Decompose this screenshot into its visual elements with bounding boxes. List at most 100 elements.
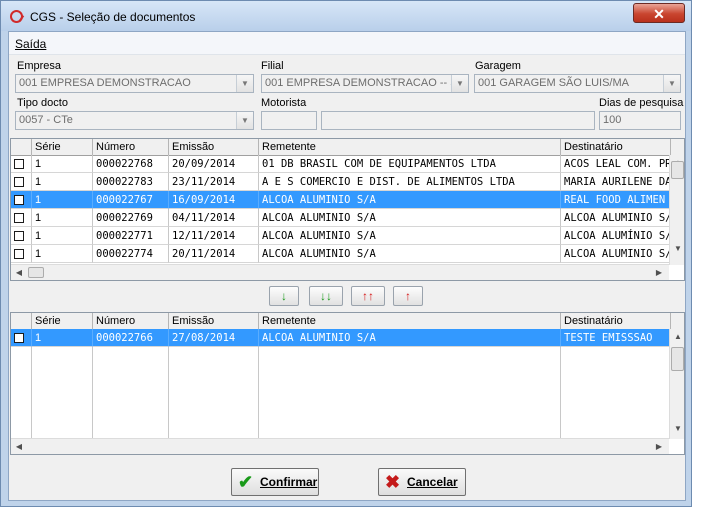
scroll-thumb[interactable]	[671, 347, 684, 371]
confirmar-label: Confirmar	[260, 475, 318, 489]
col-remetente[interactable]: Remetente	[259, 139, 561, 155]
available-documents-grid: Série Número Emissão Remetente Destinatá…	[10, 138, 685, 281]
cell-destinatario: ALCOA ALUMINIO S/A	[561, 245, 671, 263]
cell-checkbox	[11, 173, 32, 191]
scroll-right-icon[interactable]: ▶	[651, 265, 667, 280]
scroll-down-icon[interactable]: ▼	[670, 421, 684, 437]
garagem-value: 001 GARAGEM SÃO LUIS/MA	[478, 77, 629, 89]
dias-pesquisa-input[interactable]: 100	[599, 111, 681, 130]
column-filler	[259, 347, 561, 438]
close-button[interactable]: ✕	[633, 3, 685, 23]
cell-destinatario: ALCOA ALUMINIO S/A	[561, 209, 671, 227]
filial-value: 001 EMPRESA DEMONSTRACAO -- S	[265, 77, 458, 89]
col-numero[interactable]: Número	[93, 313, 169, 329]
confirmar-button[interactable]: ✔ Confirmar	[231, 468, 319, 496]
top-grid-hscrollbar[interactable]: ◀ ▶	[11, 264, 669, 280]
column-filler	[32, 347, 93, 438]
cell-numero: 000022769	[93, 209, 169, 227]
column-filler	[169, 347, 259, 438]
scroll-up-icon[interactable]: ▲	[670, 329, 684, 345]
cell-remetente: ALCOA ALUMINIO S/A	[259, 329, 561, 347]
bottom-grid-hscrollbar[interactable]: ◀ ▶	[11, 438, 669, 454]
empresa-combo[interactable]: 001 EMPRESA DEMONSTRACAO ▼	[15, 74, 254, 93]
garagem-dropdown-icon[interactable]: ▼	[663, 75, 680, 92]
col-serie[interactable]: Série	[32, 139, 93, 155]
col-numero[interactable]: Número	[93, 139, 169, 155]
cell-destinatario: ACOS LEAL COM. PR	[561, 155, 671, 173]
col-emissao[interactable]: Emissão	[169, 313, 259, 329]
cell-emissao: 12/11/2014	[169, 227, 259, 245]
top-grid-vscrollbar[interactable]: ▲ ▼	[669, 155, 684, 265]
cell-remetente: 01 DB BRASIL COM DE EQUIPAMENTOS LTDA	[259, 155, 561, 173]
cell-emissao: 27/08/2014	[169, 329, 259, 347]
filial-dropdown-icon[interactable]: ▼	[451, 75, 468, 92]
cell-checkbox	[11, 227, 32, 245]
row-checkbox[interactable]	[14, 159, 24, 169]
cell-checkbox	[11, 155, 32, 173]
row-checkbox[interactable]	[14, 213, 24, 223]
scroll-down-icon[interactable]: ▼	[670, 241, 684, 257]
move-up-one-button[interactable]: ↑	[393, 286, 423, 306]
tipo-docto-combo[interactable]: 0057 - CTe ▼	[15, 111, 254, 130]
table-row[interactable]: 1 000022771 12/11/2014 ALCOA ALUMINIO S/A AL…	[11, 227, 671, 245]
table-row[interactable]: 1 000022766 27/08/2014 ALCOA ALUMINIO S/A TE…	[11, 329, 671, 347]
filial-label: Filial	[261, 60, 284, 72]
window-title: CGS - Seleção de documentos	[30, 10, 196, 24]
empresa-dropdown-icon[interactable]: ▼	[236, 75, 253, 92]
column-filler	[93, 347, 169, 438]
cell-numero: 000022767	[93, 191, 169, 209]
table-row[interactable]: 1 000022767 16/09/2014 ALCOA ALUMINIO S/A R…	[11, 191, 671, 209]
garagem-combo[interactable]: 001 GARAGEM SÃO LUIS/MA ▼	[474, 74, 681, 93]
cell-checkbox	[11, 191, 32, 209]
move-down-one-button[interactable]: ↓	[269, 286, 299, 306]
cell-serie: 1	[32, 173, 93, 191]
empresa-value: 001 EMPRESA DEMONSTRACAO	[19, 77, 191, 89]
row-checkbox[interactable]	[14, 231, 24, 241]
move-down-all-button[interactable]: ↓↓	[309, 286, 343, 306]
col-serie[interactable]: Série	[32, 313, 93, 329]
table-row[interactable]: 1 000022769 04/11/2014 ALCOA ALUMINIO S/A AL…	[11, 209, 671, 227]
motorista-code-input[interactable]	[261, 111, 317, 130]
cell-remetente: ALCOA ALUMINIO S/A	[259, 245, 561, 263]
column-filler	[11, 347, 32, 438]
cell-numero: 000022768	[93, 155, 169, 173]
cell-emissao: 04/11/2014	[169, 209, 259, 227]
checkbox-column-header	[11, 313, 32, 329]
check-icon: ✔	[238, 472, 254, 492]
cell-emissao: 23/11/2014	[169, 173, 259, 191]
tipo-docto-label: Tipo docto	[17, 97, 68, 109]
scroll-thumb[interactable]	[28, 267, 44, 278]
filial-combo[interactable]: 001 EMPRESA DEMONSTRACAO -- S ▼	[261, 74, 469, 93]
col-destinatario[interactable]: Destinatário	[561, 313, 671, 329]
scroll-left-icon[interactable]: ◀	[11, 439, 27, 454]
cell-destinatario: MARIA AURILENE DA	[561, 173, 671, 191]
tipo-docto-dropdown-icon[interactable]: ▼	[236, 112, 253, 129]
scroll-right-icon[interactable]: ▶	[651, 439, 667, 454]
table-row[interactable]: 1 000022768 20/09/2014 01 DB BRASIL COM DE …	[11, 155, 671, 173]
col-destinatario[interactable]: Destinatário	[561, 139, 671, 155]
cell-remetente: ALCOA ALUMINIO S/A	[259, 191, 561, 209]
title-bar[interactable]: CGS - Seleção de documentos ✕	[1, 1, 691, 31]
row-checkbox[interactable]	[14, 333, 24, 343]
cell-checkbox	[11, 209, 32, 227]
table-row[interactable]: 1 000022783 23/11/2014 A E S COMERCIO E DIS…	[11, 173, 671, 191]
scroll-left-icon[interactable]: ◀	[11, 265, 27, 280]
row-checkbox[interactable]	[14, 177, 24, 187]
selection-window: CGS - Seleção de documentos ✕ Saída Empr…	[0, 0, 692, 507]
cell-checkbox	[11, 329, 32, 347]
cell-numero: 000022774	[93, 245, 169, 263]
col-remetente[interactable]: Remetente	[259, 313, 561, 329]
checkbox-column-header	[11, 139, 32, 155]
scroll-thumb[interactable]	[671, 161, 684, 179]
cancelar-button[interactable]: ✖ Cancelar	[378, 468, 466, 496]
motorista-name-input[interactable]	[321, 111, 595, 130]
cell-remetente: ALCOA ALUMINIO S/A	[259, 209, 561, 227]
table-row[interactable]: 1 000022774 20/11/2014 ALCOA ALUMINIO S/A AL…	[11, 245, 671, 263]
menu-saida[interactable]: Saída	[15, 37, 46, 51]
move-up-all-button[interactable]: ↑↑	[351, 286, 385, 306]
col-emissao[interactable]: Emissão	[169, 139, 259, 155]
cell-numero: 000022783	[93, 173, 169, 191]
bottom-grid-vscrollbar[interactable]: ▲ ▼	[669, 329, 684, 439]
row-checkbox[interactable]	[14, 249, 24, 259]
row-checkbox[interactable]	[14, 195, 24, 205]
